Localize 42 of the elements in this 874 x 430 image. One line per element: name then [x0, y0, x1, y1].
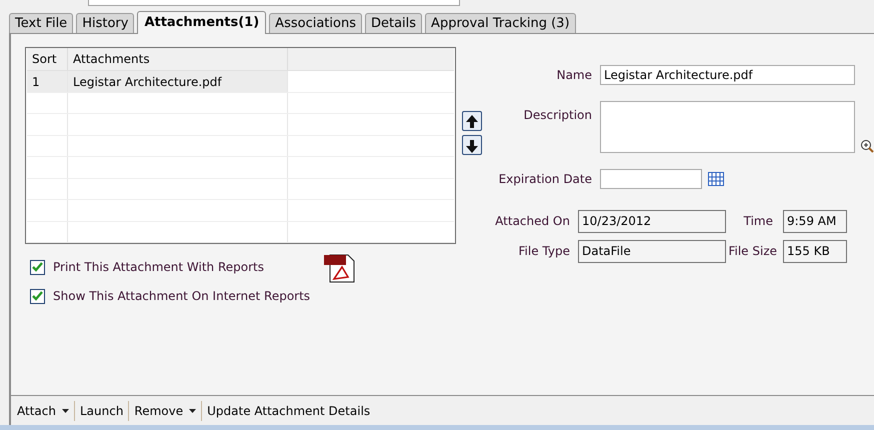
- tab[interactable]: Text File: [9, 13, 74, 33]
- attached-on-field: 10/23/2012: [578, 210, 726, 232]
- description-field[interactable]: [600, 101, 855, 153]
- expiration-date-field[interactable]: [600, 169, 702, 189]
- field-label: Attached On: [495, 213, 570, 230]
- field-label: Name: [556, 67, 592, 84]
- move-down-button[interactable]: [462, 135, 482, 155]
- toolbar-button[interactable]: Attach: [14, 400, 72, 422]
- tab[interactable]: Details: [364, 13, 422, 33]
- check-icon: [32, 262, 43, 272]
- tab[interactable]: Associations: [269, 13, 362, 33]
- field-label: File Size: [728, 243, 777, 260]
- calendar-icon[interactable]: [708, 172, 724, 186]
- checkbox-label: Show This Attachment On Internet Reports: [53, 288, 310, 305]
- field-label: Description: [524, 107, 592, 124]
- column-header[interactable]: Sort: [27, 48, 68, 70]
- checkbox[interactable]: [30, 288, 45, 304]
- toolbar-button[interactable]: Launch: [76, 400, 126, 422]
- move-up-button[interactable]: [462, 111, 482, 131]
- tab[interactable]: History: [76, 13, 134, 33]
- tab[interactable]: Approval Tracking (3): [425, 13, 576, 33]
- field-label: File Type: [518, 243, 570, 260]
- field-label: Expiration Date: [498, 171, 592, 188]
- time-field: 9:59 AM: [783, 210, 847, 232]
- check-icon: [32, 291, 43, 301]
- table-row[interactable]: 1 Legistar Architecture.pdf: [27, 71, 288, 92]
- pdf-file-icon: [324, 253, 356, 283]
- toolbar-button[interactable]: Update Attachment Details: [204, 400, 374, 422]
- file-size-field: 155 KB: [783, 240, 847, 262]
- field-label: Time: [744, 213, 773, 230]
- checkbox-label: Print This Attachment With Reports: [53, 259, 264, 276]
- tab[interactable]: Attachments(1): [137, 11, 266, 34]
- column-header[interactable]: Attachments: [68, 48, 288, 70]
- checkbox[interactable]: [30, 260, 45, 274]
- search-field[interactable]: [88, 0, 460, 6]
- table-cell-text: Legistar Architecture.pdf: [73, 74, 222, 91]
- caret-icon: [189, 408, 196, 412]
- toolbar-button[interactable]: Remove: [131, 400, 200, 422]
- file-type-field: DataFile: [578, 240, 726, 262]
- name-field[interactable]: Legistar Architecture.pdf: [600, 65, 855, 85]
- table-cell-text: 1: [32, 74, 40, 91]
- caret-icon: [62, 408, 69, 412]
